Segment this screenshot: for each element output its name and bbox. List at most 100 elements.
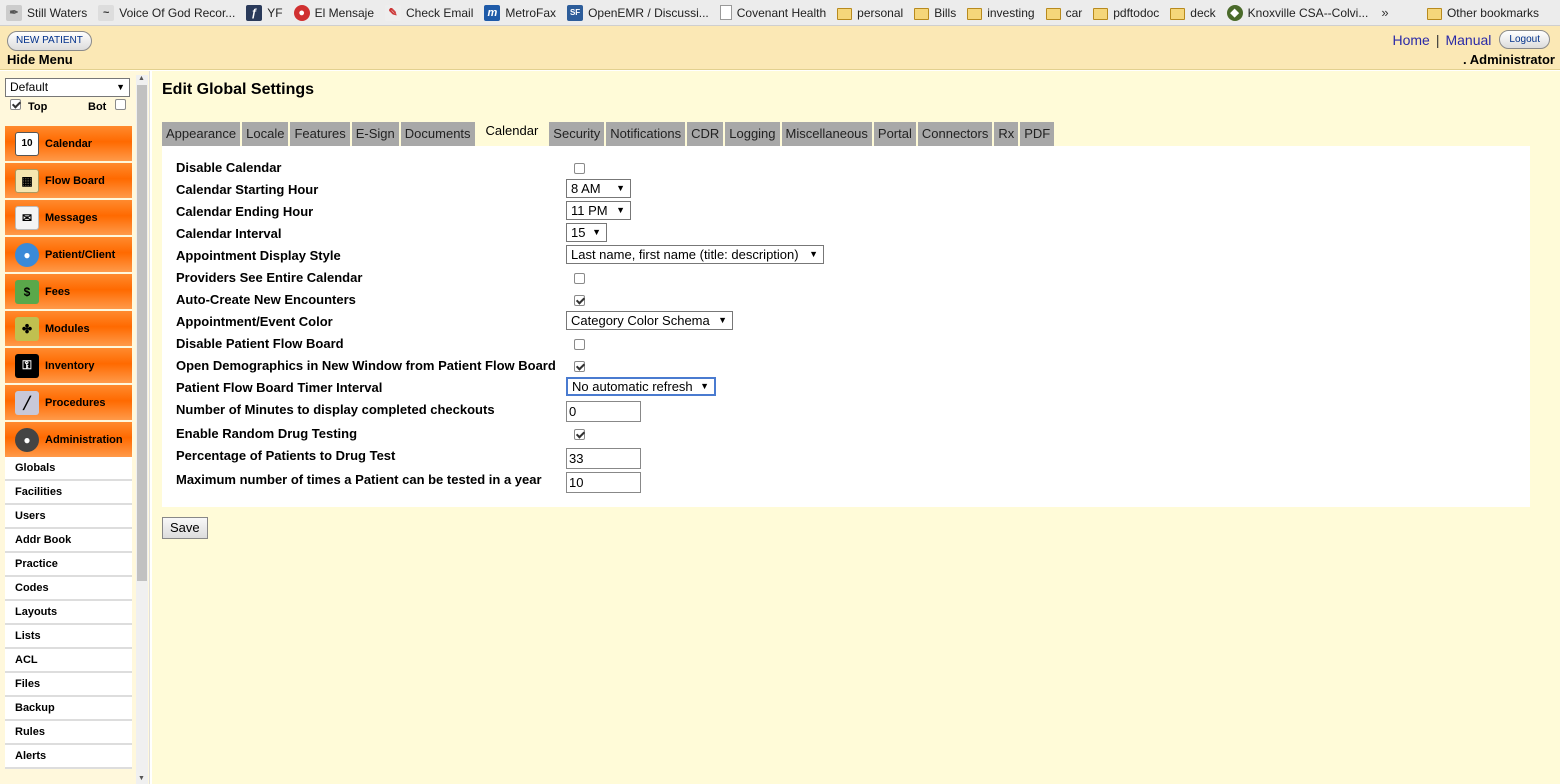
bookmark-car[interactable]: car [1045,3,1082,23]
calendar-starting-hour-select[interactable]: 8 AM ▼ [566,179,631,198]
bookmarks-overflow-chevron[interactable]: » [1381,5,1388,20]
tab-notifications[interactable]: Notifications [606,122,686,146]
completed-checkouts-minutes-input[interactable]: 0 [566,401,641,422]
tab-connectors[interactable]: Connectors [917,122,993,146]
submenu-item-backup[interactable]: Backup [5,697,132,721]
yf-icon: ƒ [246,4,263,21]
chevron-down-icon: ▼ [592,227,601,237]
setting-row: Disable Calendar [176,157,1176,179]
submenu-item-alerts[interactable]: Alerts [5,745,132,769]
bookmark-metrofax[interactable]: m MetroFax [484,3,556,23]
disable-patient-flow-board-checkbox[interactable] [574,338,585,350]
bookmark-covenant-health[interactable]: Covenant Health [719,3,826,23]
submenu-item-lists[interactable]: Lists [5,625,132,649]
enable-random-drug-testing-checkbox[interactable] [574,428,585,440]
drug-test-percentage-input[interactable]: 33 [566,448,641,469]
tab-documents[interactable]: Documents [400,122,475,146]
tab-portal[interactable]: Portal [873,122,916,146]
bookmark-other-bookmarks[interactable]: Other bookmarks [1426,3,1539,23]
envelope-icon: ✉ [15,205,39,230]
hide-menu-link[interactable]: Hide Menu [7,52,73,67]
current-user-name: . Administrator [1463,52,1555,67]
main-menu: 10 Calendar ▦ Flow Board ✉ Messages ● Patien… [5,126,132,769]
bookmark-el-mensaje[interactable]: ● El Mensaje [293,3,374,23]
manual-link[interactable]: Manual [1445,32,1491,48]
bookmark-openemr[interactable]: SF OpenEMR / Discussi... [567,3,709,23]
tab-appearance[interactable]: Appearance [162,122,241,146]
menu-item-modules[interactable]: ✤ Modules [5,311,132,346]
tab-calendar[interactable]: Calendar [476,116,548,146]
bookmark-still-waters[interactable]: ✒ Still Waters [6,3,87,23]
bookmark-personal[interactable]: personal [837,3,903,23]
auto-create-encounters-checkbox[interactable] [574,294,585,306]
tab-logging[interactable]: Logging [725,122,780,146]
folder-icon [1045,7,1061,20]
logout-button[interactable]: Logout [1499,30,1550,49]
menu-item-flow-board[interactable]: ▦ Flow Board [5,163,132,198]
menu-item-inventory[interactable]: ⚿ Inventory [5,348,132,383]
tab-locale[interactable]: Locale [242,122,289,146]
appointment-display-style-select[interactable]: Last name, first name (title: descriptio… [566,245,824,264]
folder-icon [1170,7,1186,20]
bot-label: Bot [88,101,107,113]
menu-item-patient-client[interactable]: ● Patient/Client [5,237,132,272]
bookmark-yf[interactable]: ƒ YF [246,3,283,23]
submenu-item-practice[interactable]: Practice [5,553,132,577]
setting-row: Auto-Create New Encounters [176,289,1176,311]
scrollbar-thumb[interactable] [137,85,147,581]
max-tests-per-year-input[interactable]: 10 [566,472,641,493]
setting-row: Calendar Ending Hour 11 PM ▼ [176,201,1176,223]
submenu-item-facilities[interactable]: Facilities [5,481,132,505]
submenu-item-users[interactable]: Users [5,505,132,529]
submenu-item-globals[interactable]: Globals [5,457,132,481]
bookmark-voice-of-god[interactable]: ~ Voice Of God Recor... [98,3,235,23]
app-header: NEW PATIENT Hide Menu Home | Manual Logo… [0,26,1560,70]
menu-item-procedures[interactable]: ╱ Procedures [5,385,132,420]
bookmark-bills[interactable]: Bills [914,3,956,23]
knoxville-icon: ◆ [1226,4,1243,21]
providers-see-entire-calendar-checkbox[interactable] [574,272,585,284]
submenu-item-rules[interactable]: Rules [5,721,132,745]
tab-e-sign[interactable]: E-Sign [351,122,399,146]
bookmark-investing[interactable]: investing [967,3,1035,23]
submenu-item-files[interactable]: Files [5,673,132,697]
submenu-item-acl[interactable]: ACL [5,649,132,673]
menu-item-administration[interactable]: ● Administration [5,422,132,457]
bookmark-knoxville-csa[interactable]: ◆ Knoxville CSA--Colvi... [1226,3,1368,23]
bot-checkbox[interactable] [115,99,126,110]
scroll-up-arrow-icon[interactable]: ▲ [138,75,145,82]
menu-item-calendar[interactable]: 10 Calendar [5,126,132,161]
submenu-item-codes[interactable]: Codes [5,577,132,601]
save-button[interactable]: Save [162,517,208,539]
folder-icon [837,7,853,20]
bookmark-check-email[interactable]: ✎ Check Email [385,3,473,23]
tab-cdr[interactable]: CDR [687,122,724,146]
appointment-event-color-select[interactable]: Category Color Schema ▼ [566,311,733,330]
tab-features[interactable]: Features [290,122,350,146]
scroll-down-arrow-icon[interactable]: ▼ [138,775,145,782]
menu-layout-select[interactable]: Default ▼ [5,78,130,97]
bookmark-deck[interactable]: deck [1170,3,1216,23]
chevron-down-icon: ▼ [700,381,709,391]
sourceforge-icon: SF [567,4,584,21]
sidebar-scrollbar[interactable]: ▲ ▼ [136,75,148,784]
tab-pdf[interactable]: PDF [1020,122,1055,146]
submenu-item-addr-book[interactable]: Addr Book [5,529,132,553]
menu-item-messages[interactable]: ✉ Messages [5,200,132,235]
calendar-ending-hour-select[interactable]: 11 PM ▼ [566,201,631,220]
new-patient-button[interactable]: NEW PATIENT [7,31,92,51]
submenu-item-layouts[interactable]: Layouts [5,601,132,625]
red-drop-icon: ● [293,4,310,21]
tab-rx[interactable]: Rx [994,122,1019,146]
bookmark-pdftodoc[interactable]: pdftodoc [1093,3,1159,23]
open-demographics-new-window-checkbox[interactable] [574,360,585,372]
calendar-interval-select[interactable]: 15 ▼ [566,223,607,242]
flow-board-timer-interval-select[interactable]: No automatic refresh ▼ [566,377,716,396]
top-checkbox[interactable] [10,99,21,110]
tab-security[interactable]: Security [549,122,605,146]
menu-item-fees[interactable]: $ Fees [5,274,132,309]
setting-row: Maximum number of times a Patient can be… [176,469,1176,493]
home-link[interactable]: Home [1392,32,1429,48]
disable-calendar-checkbox[interactable] [574,162,585,174]
tab-miscellaneous[interactable]: Miscellaneous [781,122,872,146]
